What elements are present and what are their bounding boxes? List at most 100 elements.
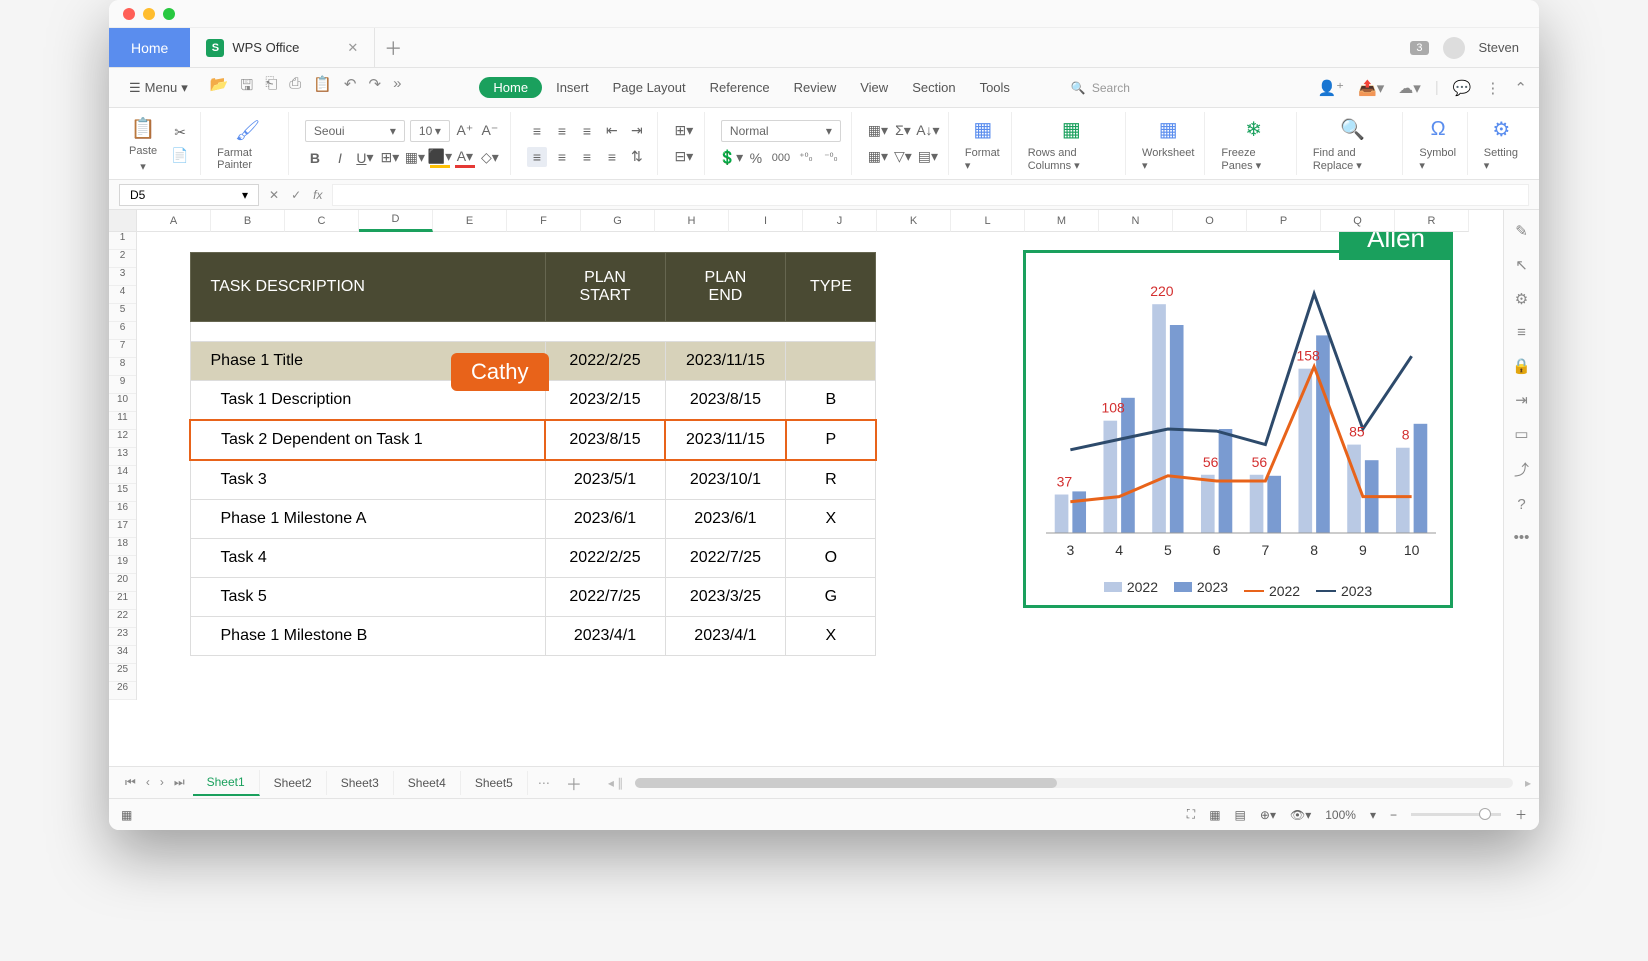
merge-icon[interactable]: ⊞▾ — [674, 121, 694, 141]
find-replace-button[interactable]: 🔍Find and Replace ▾ — [1309, 116, 1397, 172]
zoom-in-icon[interactable]: ＋ — [1515, 806, 1527, 823]
wrap-icon[interactable]: ⊟▾ — [674, 147, 694, 167]
filter-icon[interactable]: ▽▾ — [893, 147, 913, 167]
row-header[interactable]: 10 — [109, 394, 136, 412]
row-header[interactable]: 22 — [109, 610, 136, 628]
sheet-tab[interactable]: Sheet4 — [394, 771, 461, 795]
ribbon-insert[interactable]: Insert — [546, 77, 599, 98]
kebab-icon[interactable]: ⋮ — [1485, 79, 1500, 97]
share-icon[interactable]: 📤▾ — [1358, 79, 1384, 97]
column-header[interactable]: E — [433, 210, 507, 232]
print-preview-icon[interactable]: ⎗ — [265, 75, 277, 100]
effects-icon[interactable]: ◇▾ — [480, 148, 500, 168]
collapse-ribbon-icon[interactable]: ⌃ — [1514, 79, 1527, 97]
align-right-icon[interactable]: ≡ — [577, 147, 597, 167]
next-sheet-icon[interactable]: › — [160, 775, 164, 790]
bold-icon[interactable]: B — [305, 148, 325, 168]
maximize-window[interactable] — [163, 8, 175, 20]
last-sheet-icon[interactable]: ⏭ — [174, 775, 185, 790]
copy-icon[interactable]: 📄 — [170, 145, 190, 165]
align-middle-icon[interactable]: ≡ — [552, 121, 572, 141]
print-icon[interactable]: ⎙ — [289, 75, 301, 100]
row-header[interactable]: 34 — [109, 646, 136, 664]
font-color-icon[interactable]: A▾ — [455, 148, 475, 168]
undo-icon[interactable]: ↶ — [344, 75, 357, 100]
close-tab-icon[interactable]: ✕ — [347, 40, 358, 56]
ribbon-tools[interactable]: Tools — [970, 77, 1020, 98]
sliders-icon[interactable]: ≡ — [1517, 324, 1526, 341]
row-header[interactable]: 25 — [109, 664, 136, 682]
row-header[interactable]: 17 — [109, 520, 136, 538]
column-header[interactable]: I — [729, 210, 803, 232]
column-header[interactable]: H — [655, 210, 729, 232]
add-tab-button[interactable]: ＋ — [375, 28, 411, 67]
scan-icon[interactable]: ⛶ — [1187, 807, 1195, 822]
italic-icon[interactable]: I — [330, 148, 350, 168]
row-header[interactable]: 15 — [109, 484, 136, 502]
ribbon-section[interactable]: Section — [902, 77, 965, 98]
table-style-icon[interactable]: ▦▾ — [868, 147, 888, 167]
column-header[interactable]: N — [1099, 210, 1173, 232]
fx-icon[interactable]: fx — [313, 188, 322, 202]
column-header[interactable]: M — [1025, 210, 1099, 232]
pen-icon[interactable]: ✎ — [1515, 222, 1528, 240]
column-header[interactable]: F — [507, 210, 581, 232]
redo-icon[interactable]: ↷ — [368, 75, 381, 100]
column-header[interactable]: O — [1173, 210, 1247, 232]
cloud-icon[interactable]: ☁▾ — [1398, 79, 1421, 97]
more-quick-icon[interactable]: » — [393, 75, 401, 100]
select-all-corner[interactable] — [109, 210, 137, 232]
save-icon[interactable]: 🖫 — [240, 75, 253, 100]
prev-sheet-icon[interactable]: ‹ — [146, 775, 150, 790]
ribbon-reference[interactable]: Reference — [700, 77, 780, 98]
row-header[interactable]: 5 — [109, 304, 136, 322]
column-header[interactable]: K — [877, 210, 951, 232]
ribbon-review[interactable]: Review — [784, 77, 847, 98]
column-header[interactable]: Q — [1321, 210, 1395, 232]
currency-icon[interactable]: 💲▾ — [721, 148, 741, 168]
justify-icon[interactable]: ≡ — [602, 147, 622, 167]
decrease-decimal-icon[interactable]: ⁻⁰₀ — [821, 148, 841, 168]
paste-button[interactable]: 📋Paste ▾ — [125, 114, 161, 173]
row-header[interactable]: 19 — [109, 556, 136, 574]
minimize-window[interactable] — [143, 8, 155, 20]
document-tab[interactable]: S WPS Office ✕ — [190, 28, 375, 67]
row-header[interactable]: 7 — [109, 340, 136, 358]
underline-icon[interactable]: U▾ — [355, 148, 375, 168]
notification-badge[interactable]: 3 — [1410, 41, 1428, 55]
font-select[interactable]: Seoui▾ — [305, 120, 405, 142]
sheet-tab[interactable]: Sheet2 — [260, 771, 327, 795]
close-window[interactable] — [123, 8, 135, 20]
column-header[interactable]: C — [285, 210, 359, 232]
align-top-icon[interactable]: ≡ — [527, 121, 547, 141]
setting-button[interactable]: ⚙Setting ▾ — [1480, 116, 1523, 172]
row-header[interactable]: 8 — [109, 358, 136, 376]
border-icon[interactable]: ⊞▾ — [380, 148, 400, 168]
fill-color-icon[interactable]: ⬛▾ — [430, 148, 450, 168]
lock-icon[interactable]: 🔒 — [1512, 357, 1531, 375]
cancel-formula-icon[interactable]: ✕ — [269, 188, 279, 202]
sheet-tab[interactable]: Sheet3 — [327, 771, 394, 795]
home-tab[interactable]: Home — [109, 28, 190, 67]
more-icon[interactable]: ••• — [1514, 529, 1530, 546]
accept-formula-icon[interactable]: ✓ — [291, 188, 301, 202]
row-header[interactable]: 3 — [109, 268, 136, 286]
row-header[interactable]: 13 — [109, 448, 136, 466]
format-button[interactable]: ▦Format ▾ — [961, 116, 1005, 172]
sheet-tab[interactable]: Sheet5 — [461, 771, 528, 795]
rows-cols-button[interactable]: ▦Rows and Columns ▾ — [1024, 116, 1119, 172]
formula-input[interactable] — [332, 184, 1529, 206]
row-header[interactable]: 12 — [109, 430, 136, 448]
eye-icon[interactable]: 👁▾ — [1290, 808, 1311, 822]
sheet-list-icon[interactable]: ⋯ — [528, 776, 560, 790]
cursor-icon[interactable]: ↖ — [1515, 256, 1528, 274]
user-plus-icon[interactable]: 👤⁺ — [1317, 79, 1344, 97]
name-box[interactable]: D5▾ — [119, 184, 259, 206]
column-header[interactable]: R — [1395, 210, 1469, 232]
username[interactable]: Steven — [1479, 40, 1519, 55]
row-header[interactable]: 14 — [109, 466, 136, 484]
increase-indent-icon[interactable]: ⇥ — [627, 121, 647, 141]
font-size-select[interactable]: 10▾ — [410, 120, 450, 142]
row-header[interactable]: 1 — [109, 232, 136, 250]
symbol-button[interactable]: ΩSymbol ▾ — [1415, 116, 1460, 172]
